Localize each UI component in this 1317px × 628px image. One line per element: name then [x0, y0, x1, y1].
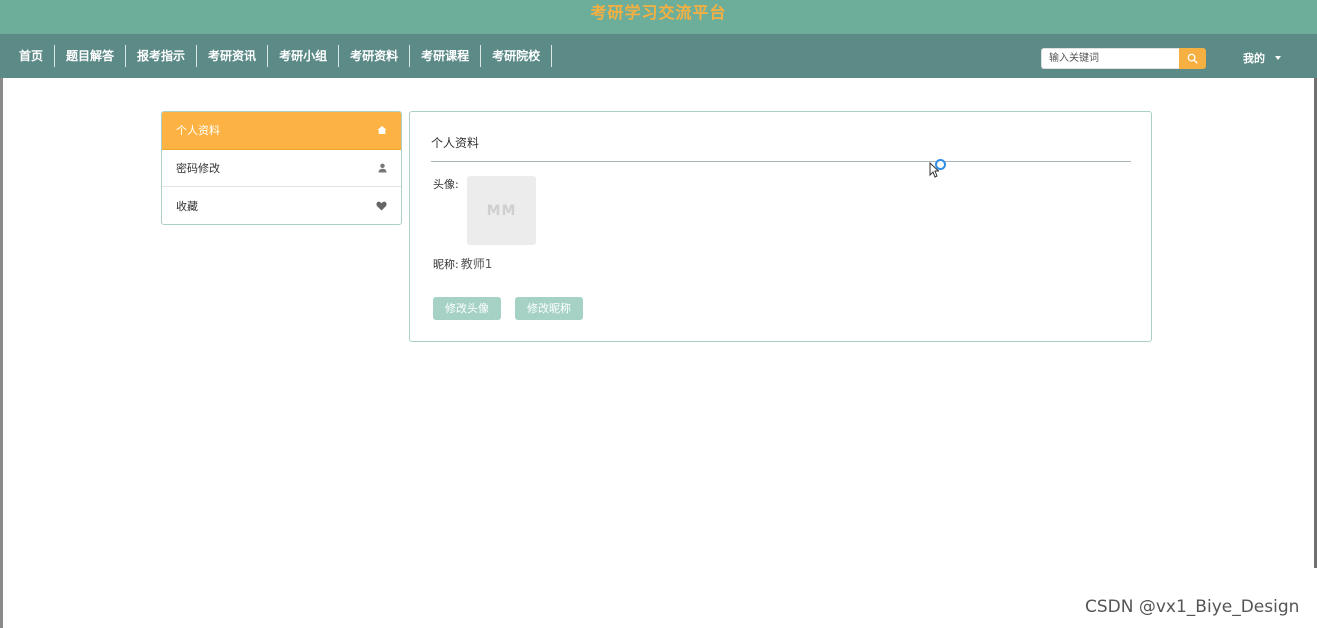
sidebar-item-favorites[interactable]: 收藏	[162, 187, 401, 224]
user-menu[interactable]: 我的	[1243, 50, 1281, 66]
heart-icon	[376, 201, 387, 211]
change-nickname-button[interactable]: 修改昵称	[515, 297, 583, 320]
profile-panel: 个人资料 头像: MM 昵称: 教师1 修改头像 修改昵称	[409, 111, 1152, 342]
nav-item-guide[interactable]: 报考指示	[126, 45, 198, 67]
nav-item-groups[interactable]: 考研小组	[268, 45, 340, 67]
sidebar-item-label: 密码修改	[176, 161, 220, 175]
nav-item-schools[interactable]: 考研院校	[481, 45, 553, 67]
nav-item-home[interactable]: 首页	[8, 45, 56, 67]
avatar-label: 头像:	[433, 178, 459, 191]
caret-down-icon	[1275, 56, 1281, 60]
window-frame-left	[0, 78, 3, 628]
search-box	[1041, 48, 1206, 69]
sidebar-item-profile[interactable]: 个人资料	[162, 112, 401, 150]
home-icon	[377, 126, 387, 135]
site-title: 考研学习交流平台	[590, 3, 727, 22]
title-bar: 考研学习交流平台	[0, 0, 1317, 34]
watermark: CSDN @vx1_Biye_Design	[1085, 597, 1300, 617]
nav-item-courses[interactable]: 考研课程	[410, 45, 482, 67]
nickname-row: 昵称: 教师1	[433, 255, 492, 272]
nav-item-news[interactable]: 考研资讯	[197, 45, 269, 67]
search-icon	[1187, 53, 1198, 64]
change-avatar-button[interactable]: 修改头像	[433, 297, 501, 320]
sidebar: 个人资料 密码修改 收藏	[161, 111, 402, 225]
search-button[interactable]	[1179, 48, 1206, 69]
profile-actions: 修改头像 修改昵称	[433, 297, 597, 320]
nav-item-materials[interactable]: 考研资料	[339, 45, 411, 67]
user-icon	[378, 163, 387, 173]
sidebar-item-password[interactable]: 密码修改	[162, 150, 401, 187]
nickname-label: 昵称:	[433, 257, 459, 271]
user-menu-label: 我的	[1243, 52, 1265, 65]
avatar: MM	[467, 176, 536, 245]
avatar-placeholder-text: MM	[486, 202, 517, 219]
sidebar-item-label: 个人资料	[176, 124, 220, 138]
search-input[interactable]	[1041, 48, 1179, 69]
nav-item-questions[interactable]: 题目解答	[55, 45, 127, 67]
panel-title: 个人资料	[431, 136, 480, 150]
loading-indicator-icon	[935, 159, 946, 170]
nickname-value: 教师1	[460, 257, 493, 271]
sidebar-item-label: 收藏	[176, 199, 198, 213]
panel-divider	[431, 161, 1131, 162]
nav-list: 首页 题目解答 报考指示 考研资讯 考研小组 考研资料 考研课程 考研院校	[8, 34, 553, 78]
